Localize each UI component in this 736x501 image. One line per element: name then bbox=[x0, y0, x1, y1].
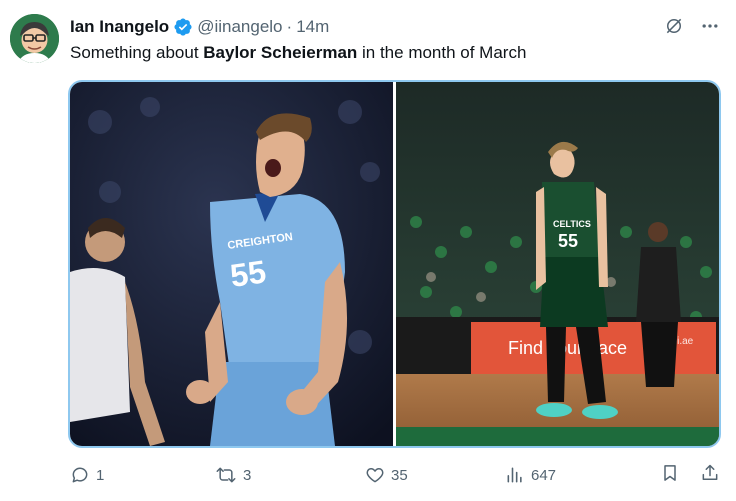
author-handle[interactable]: @iinangelo bbox=[197, 17, 282, 37]
view-count: 647 bbox=[531, 466, 557, 484]
author-name[interactable]: Ian Inangelo bbox=[70, 17, 169, 37]
more-icon[interactable] bbox=[700, 16, 720, 36]
top-actions bbox=[664, 16, 720, 36]
tweet-actions: 1 3 35 647 bbox=[70, 462, 720, 488]
retweet-icon bbox=[215, 465, 237, 485]
tweet-timestamp[interactable]: 14m bbox=[296, 17, 329, 37]
media-grid: CREIGHTON 55 Find your pace abi.ae CELTI… bbox=[68, 80, 721, 448]
heart-icon bbox=[365, 465, 385, 485]
jersey-team-text: CELTICS bbox=[553, 219, 591, 229]
retweet-button[interactable]: 3 bbox=[215, 465, 365, 485]
tweet-text-start: Something about bbox=[70, 43, 204, 62]
verified-badge-icon bbox=[173, 17, 193, 37]
separator-dot: · bbox=[286, 17, 293, 36]
reply-icon bbox=[70, 465, 90, 485]
reply-button[interactable]: 1 bbox=[70, 465, 215, 485]
photo-creighton[interactable]: CREIGHTON 55 bbox=[70, 82, 393, 446]
jersey-number-text: 55 bbox=[228, 253, 268, 294]
tweet-header: Ian Inangelo @iinangelo · 14m bbox=[70, 15, 329, 39]
tweet-text: Something about Baylor Scheierman in the… bbox=[70, 43, 526, 63]
views-chart-icon bbox=[505, 465, 525, 485]
reply-count: 1 bbox=[96, 466, 105, 484]
jersey-number-text: 55 bbox=[558, 231, 578, 251]
avatar[interactable] bbox=[10, 14, 59, 63]
grok-icon[interactable] bbox=[664, 16, 684, 36]
bookmark-icon[interactable] bbox=[660, 463, 680, 488]
end-actions bbox=[660, 463, 720, 488]
like-count: 35 bbox=[391, 466, 408, 484]
ad-banner-text: Find your pace bbox=[508, 338, 627, 358]
views-button[interactable]: 647 bbox=[505, 465, 615, 485]
photo-celtics[interactable]: Find your pace abi.ae CELTICS 55 bbox=[396, 82, 719, 446]
tweet-text-end: in the month of March bbox=[357, 43, 527, 62]
like-button[interactable]: 35 bbox=[365, 465, 505, 485]
retweet-count: 3 bbox=[243, 466, 252, 484]
share-icon[interactable] bbox=[700, 463, 720, 488]
tweet-text-mention: Baylor Scheierman bbox=[203, 43, 358, 62]
